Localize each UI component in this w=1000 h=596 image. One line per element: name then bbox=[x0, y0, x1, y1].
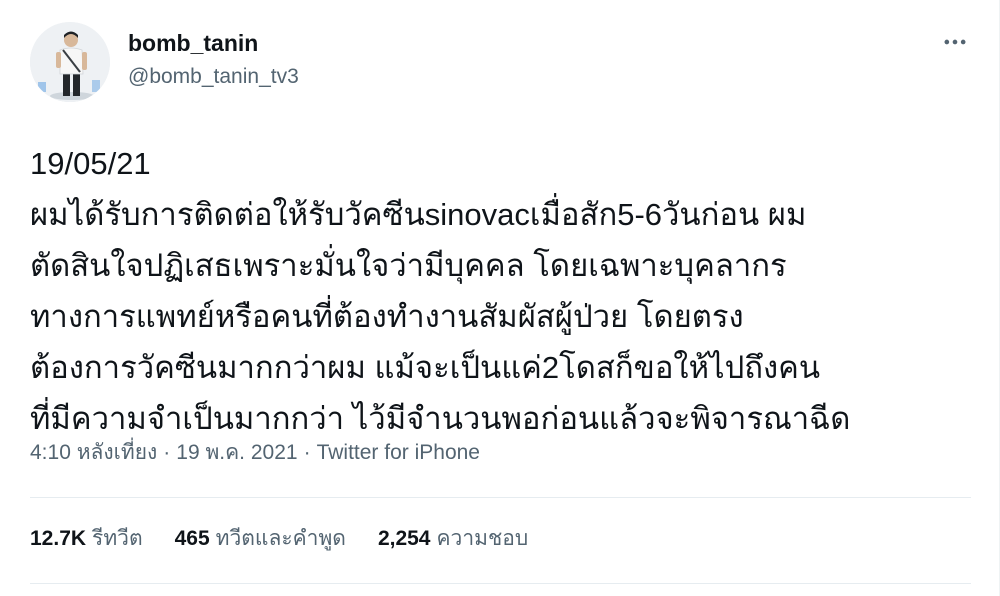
divider bbox=[30, 497, 971, 498]
tweet-card: bomb_tanin @bomb_tanin_tv3 19/05/21 ผมได… bbox=[0, 0, 1000, 596]
meta-separator: · bbox=[303, 441, 311, 464]
likes-label: ความชอบ bbox=[436, 527, 529, 550]
author-names: bomb_tanin @bomb_tanin_tv3 bbox=[128, 28, 299, 92]
tweet-text: 19/05/21 ผมได้รับการติดต่อให้รับวัคซีนsi… bbox=[30, 146, 851, 436]
retweets-stat[interactable]: 12.7K รีทวีต bbox=[30, 524, 143, 554]
tweet-meta: 4:10 หลังเที่ยง · 19 พ.ค. 2021 · Twitter for… bbox=[30, 438, 480, 468]
tweet-date[interactable]: 19 พ.ค. 2021 bbox=[176, 441, 297, 464]
divider bbox=[30, 583, 971, 584]
retweets-label: รีทวีต bbox=[92, 527, 143, 550]
author-handle[interactable]: @bomb_tanin_tv3 bbox=[128, 62, 299, 92]
tweet-source[interactable]: Twitter for iPhone bbox=[317, 441, 480, 464]
avatar[interactable] bbox=[30, 22, 110, 102]
profile-photo bbox=[30, 22, 110, 102]
likes-count: 2,254 bbox=[377, 527, 431, 550]
quotes-stat[interactable]: 465 ทวีตและคำพูด bbox=[175, 524, 346, 554]
author-display-name[interactable]: bomb_tanin bbox=[128, 28, 299, 58]
meta-separator: · bbox=[163, 441, 171, 464]
tweet-stats: 12.7K รีทวีต 465 ทวีตและคำพูด 2,254 ความชอบ bbox=[30, 524, 560, 554]
more-horizontal-icon bbox=[944, 39, 966, 45]
quotes-label: ทวีตและคำพูด bbox=[215, 527, 346, 550]
likes-stat[interactable]: 2,254 ความชอบ bbox=[378, 524, 528, 554]
tweet-time[interactable]: 4:10 หลังเที่ยง bbox=[30, 441, 157, 464]
retweets-count: 12.7K bbox=[30, 527, 87, 550]
more-options-button[interactable] bbox=[937, 24, 973, 60]
quotes-count: 465 bbox=[174, 527, 210, 550]
tweet-header: bomb_tanin @bomb_tanin_tv3 bbox=[30, 18, 979, 108]
